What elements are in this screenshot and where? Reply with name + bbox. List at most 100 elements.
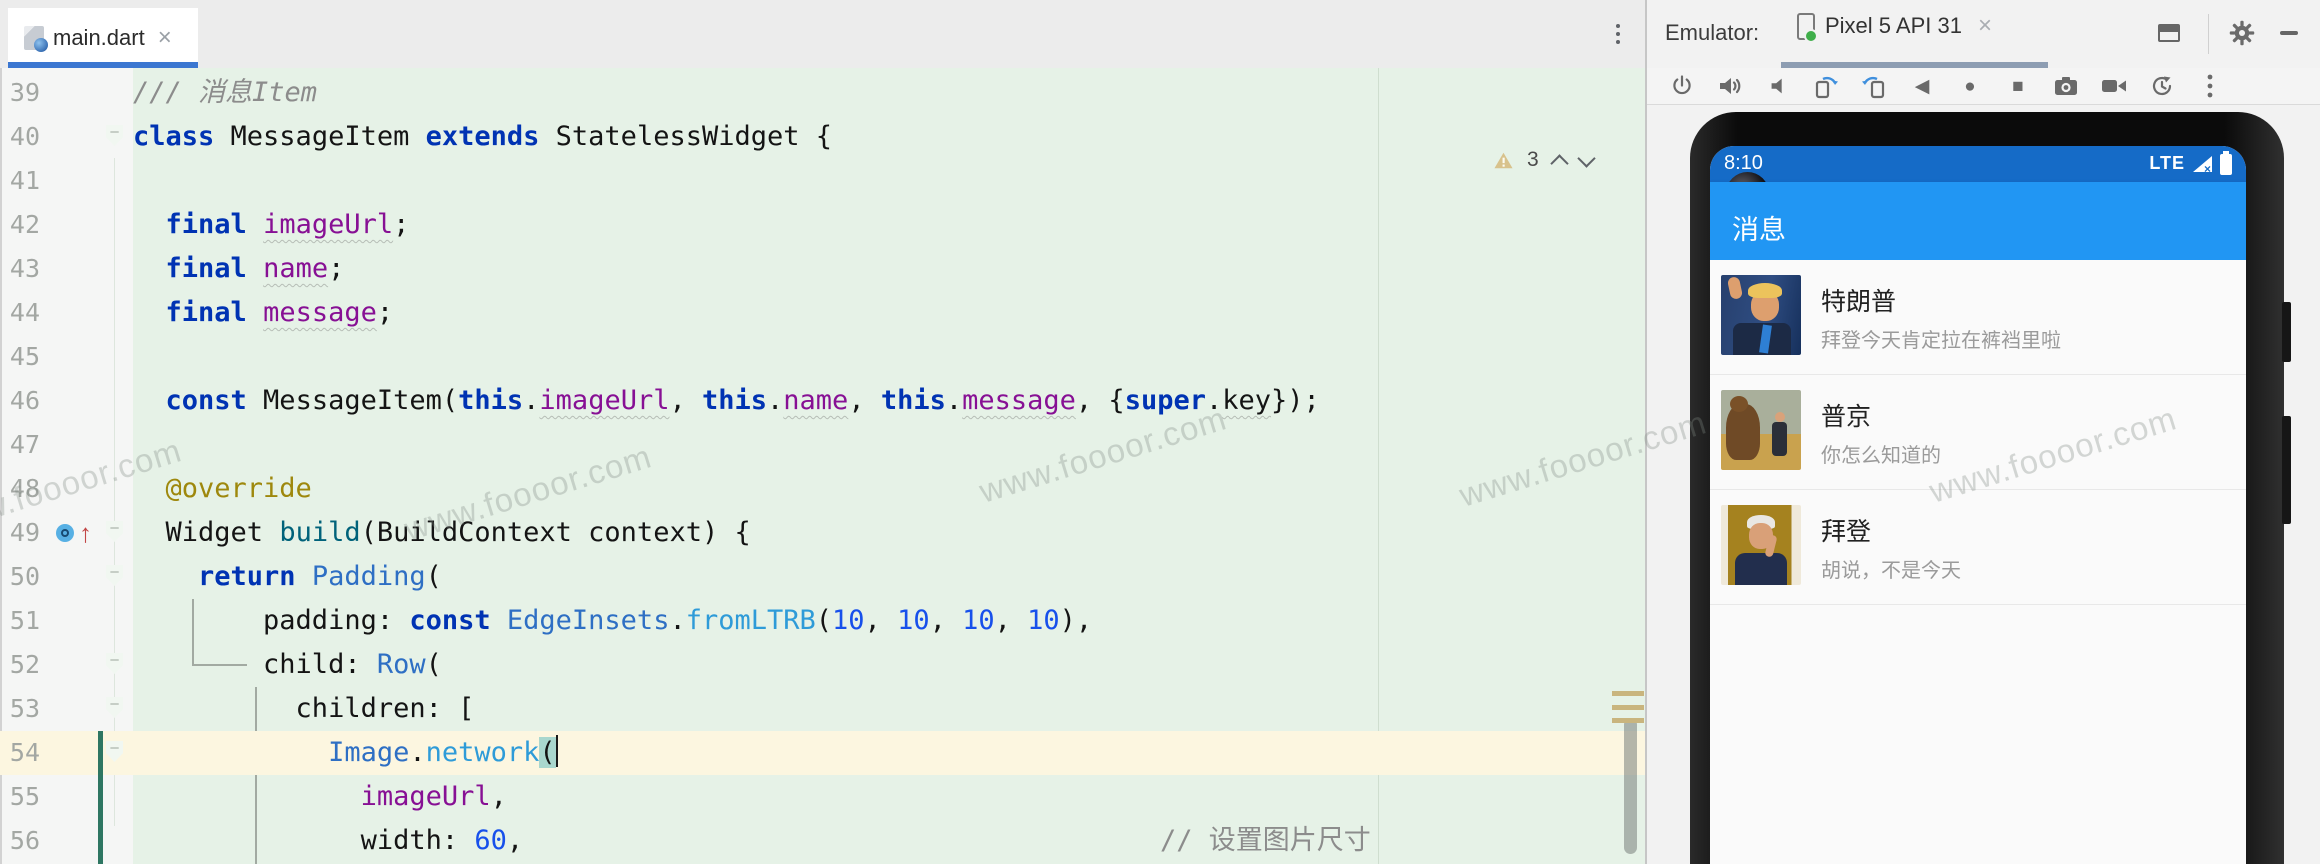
conversation-name: 特朗普	[1821, 282, 1896, 318]
more-icon[interactable]	[2197, 73, 2223, 99]
volume-down-icon[interactable]	[1765, 73, 1791, 99]
volume-up-icon[interactable]	[1717, 73, 1743, 99]
record-icon[interactable]	[2101, 73, 2127, 99]
line-number: 54	[0, 731, 40, 775]
conversation-message: 胡说，不是今天	[1821, 554, 1961, 583]
code-line-50[interactable]: 50– return Padding(	[0, 555, 1645, 599]
app-bar: 消息	[1710, 182, 2246, 260]
code-line-39[interactable]: 39/// 消息Item	[0, 71, 1645, 115]
snapshots-icon[interactable]	[2149, 73, 2175, 99]
code-line-46[interactable]: 46 const MessageItem(this.imageUrl, this…	[0, 379, 1645, 423]
line-number: 42	[0, 203, 40, 247]
emulator-toolbar: ◀ ● ■	[1647, 68, 2320, 105]
tab-close-icon[interactable]: ×	[158, 26, 172, 50]
phone-volume-button	[2282, 416, 2291, 524]
code-line-51[interactable]: 51 padding: const EdgeInsets.fromLTRB(10…	[0, 599, 1645, 643]
code-text: final message;	[133, 291, 393, 335]
power-icon[interactable]	[1669, 73, 1695, 99]
code-line-48[interactable]: 48 @override	[0, 467, 1645, 511]
phone-power-button	[2282, 302, 2291, 362]
error-stripe-warning-mark[interactable]	[1612, 691, 1644, 696]
next-problem-icon[interactable]	[1577, 149, 1595, 167]
device-phone-icon	[1797, 13, 1815, 40]
code-line-40[interactable]: 40 –class MessageItem extends StatelessWi…	[0, 115, 1645, 159]
line-number: 53	[0, 687, 40, 731]
previous-problem-icon[interactable]	[1550, 154, 1568, 172]
code-text: class MessageItem extends StatelessWidge…	[133, 115, 832, 159]
phone-screen[interactable]: 8:10 LTE × 消息 特朗普拜登今天肯定拉在裤裆里啦普京你怎么知道的拜登胡…	[1710, 146, 2246, 864]
code-editor[interactable]: 39/// 消息Item40–class MessageItem extends…	[0, 68, 1645, 864]
line-number: 45	[0, 335, 40, 379]
hide-panel-icon[interactable]	[2280, 31, 2298, 35]
code-text: @override	[133, 467, 312, 511]
fold-marker-icon[interactable]: –	[106, 521, 123, 542]
warning-count: 3	[1527, 148, 1539, 172]
code-text: final imageUrl;	[133, 203, 409, 247]
line-number: 46	[0, 379, 40, 423]
line-number: 39	[0, 71, 40, 115]
line-number: 47	[0, 423, 40, 467]
editor-scrollbar[interactable]	[1624, 718, 1637, 854]
conversation-message: 你怎么知道的	[1821, 439, 1941, 468]
emulator-panel-header: Emulator: Pixel 5 API 31 ×	[1647, 0, 2320, 69]
line-number: 48	[0, 467, 40, 511]
code-line-45[interactable]: 45	[0, 335, 1645, 379]
code-text: imageUrl,	[133, 775, 507, 819]
fold-marker-icon[interactable]: –	[106, 653, 123, 674]
code-line-43[interactable]: 43 final name;	[0, 247, 1645, 291]
editor-options-kebab-icon[interactable]	[1608, 18, 1628, 50]
conversation-item-putin[interactable]: 普京你怎么知道的	[1710, 375, 2246, 490]
code-line-54[interactable]: 54– Image.network(	[0, 731, 1645, 775]
code-line-41[interactable]: 41	[0, 159, 1645, 203]
vcs-change-bar	[98, 731, 103, 864]
fold-marker-icon[interactable]: –	[106, 741, 123, 762]
back-icon[interactable]: ◀	[1909, 73, 1935, 99]
code-line-44[interactable]: 44 final message;	[0, 291, 1645, 335]
inspections-widget[interactable]: 3	[1494, 146, 1593, 174]
code-line-49[interactable]: 49↑– Widget build(BuildContext context) …	[0, 511, 1645, 555]
code-text: Widget build(BuildContext context) {	[133, 511, 751, 555]
pixel-5-device-frame: 8:10 LTE × 消息 特朗普拜登今天肯定拉在裤裆里啦普京你怎么知道的拜登胡…	[1690, 112, 2284, 864]
line-number: 51	[0, 599, 40, 643]
screenshot-icon[interactable]	[2053, 73, 2079, 99]
code-line-56[interactable]: 56 width: 60,// 设置图片尺寸	[0, 819, 1645, 863]
conversation-name: 拜登	[1821, 512, 1871, 548]
tab-title: main.dart	[53, 25, 145, 51]
fold-marker-icon[interactable]: –	[106, 565, 123, 586]
conversation-list: 特朗普拜登今天肯定拉在裤裆里啦普京你怎么知道的拜登胡说，不是今天	[1710, 260, 2246, 605]
overview-icon[interactable]: ■	[2005, 73, 2031, 99]
code-line-52[interactable]: 52– child: Row(	[0, 643, 1645, 687]
home-icon[interactable]: ●	[1957, 73, 1983, 99]
rotate-right-icon[interactable]	[1861, 73, 1887, 99]
error-stripe-warning-mark[interactable]	[1612, 705, 1644, 710]
avatar-trump	[1721, 275, 1801, 355]
device-tab-pixel-5[interactable]: Pixel 5 API 31 ×	[1797, 12, 1992, 40]
tab-main-dart[interactable]: main.dart ×	[8, 8, 198, 68]
override-arrow-icon[interactable]: ↑	[79, 515, 92, 551]
code-line-53[interactable]: 53– children: [	[0, 687, 1645, 731]
error-stripe-warning-mark[interactable]	[1612, 718, 1644, 723]
code-text: child: Row(	[133, 643, 442, 687]
device-tab-close-icon[interactable]: ×	[1978, 12, 1992, 40]
code-text: const MessageItem(this.imageUrl, this.na…	[133, 379, 1320, 423]
line-number: 50	[0, 555, 40, 599]
conversation-item-biden[interactable]: 拜登胡说，不是今天	[1710, 490, 2246, 605]
code-text: padding: const EdgeInsets.fromLTRB(10, 1…	[133, 599, 1092, 643]
fold-marker-icon[interactable]: –	[106, 125, 123, 146]
conversation-item-trump[interactable]: 特朗普拜登今天肯定拉在裤裆里啦	[1710, 260, 2246, 375]
code-line-55[interactable]: 55 imageUrl,	[0, 775, 1645, 819]
code-line-42[interactable]: 42 final imageUrl;	[0, 203, 1645, 247]
emulator-settings-gear-icon[interactable]	[2228, 19, 2256, 52]
overrides-method-icon[interactable]	[56, 524, 74, 542]
line-number: 40	[0, 115, 40, 159]
dart-file-icon	[24, 26, 44, 50]
fold-marker-icon[interactable]: –	[106, 697, 123, 718]
avatar-biden	[1721, 505, 1801, 585]
rotate-left-icon[interactable]	[1813, 73, 1839, 99]
line-number: 56	[0, 819, 40, 863]
window-mode-icon[interactable]	[2158, 24, 2180, 42]
code-line-47[interactable]: 47	[0, 423, 1645, 467]
signal-icon: ×	[2193, 156, 2212, 172]
warning-icon	[1494, 152, 1513, 169]
line-number: 43	[0, 247, 40, 291]
